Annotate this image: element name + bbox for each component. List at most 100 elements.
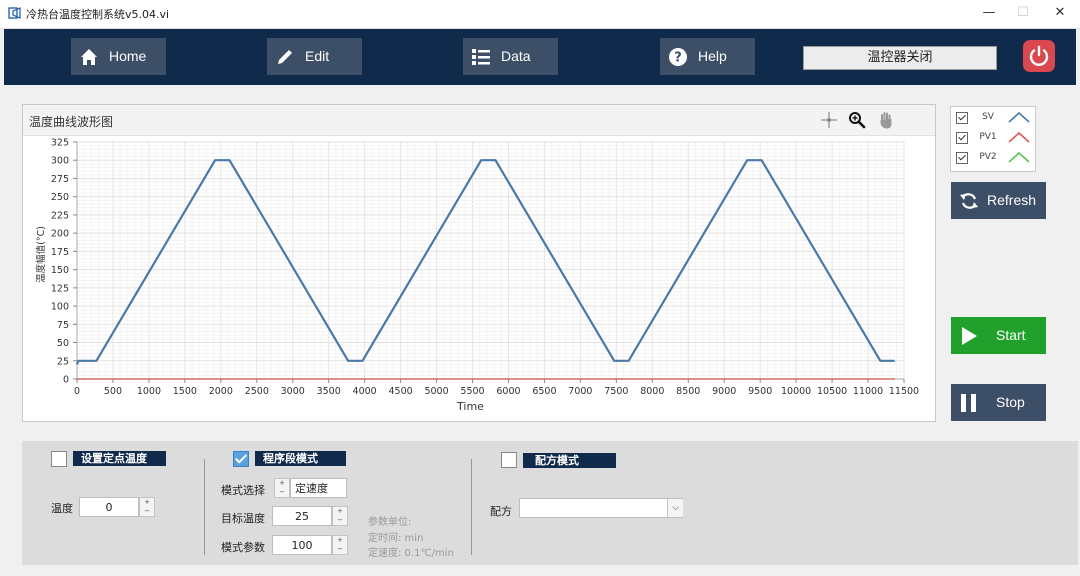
window-title-bar: 冷热台温度控制系统v5.04.vi — ☐ ✕ xyxy=(0,0,1080,29)
x-tick-label: 8500 xyxy=(676,386,700,397)
target-temp-input[interactable]: 25 xyxy=(272,506,332,526)
stop-button[interactable]: Stop xyxy=(951,384,1046,421)
x-tick-label: 7500 xyxy=(604,386,628,397)
target-temp-label: 目标温度 xyxy=(221,512,265,525)
program-mode-checkbox[interactable] xyxy=(233,451,249,467)
edit-button[interactable]: Edit xyxy=(267,38,362,75)
y-tick-label: 125 xyxy=(51,283,69,294)
x-tick-label: 5000 xyxy=(424,386,448,397)
close-button[interactable]: ✕ xyxy=(1043,2,1077,24)
param-time-hint: 定时间: min xyxy=(368,533,424,544)
mode-param-stepper[interactable]: + − xyxy=(332,535,348,555)
x-tick-label: 7000 xyxy=(568,386,592,397)
x-tick-label: 2500 xyxy=(245,386,269,397)
pause-icon xyxy=(961,394,976,412)
y-tick-label: 175 xyxy=(51,247,69,258)
plot-area xyxy=(77,142,904,379)
x-tick-label: 8000 xyxy=(640,386,664,397)
y-tick-label: 25 xyxy=(57,356,69,367)
x-tick-label: 4000 xyxy=(353,386,377,397)
y-tick-label: 75 xyxy=(57,320,69,331)
list-icon xyxy=(472,49,490,65)
recipe-mode-checkbox[interactable] xyxy=(501,452,517,468)
x-tick-label: 9000 xyxy=(712,386,736,397)
legend-checkbox[interactable] xyxy=(956,132,968,144)
pencil-icon xyxy=(278,50,292,64)
minimize-button[interactable]: — xyxy=(972,2,1006,24)
y-tick-label: 250 xyxy=(51,192,69,203)
recipe-label: 配方 xyxy=(490,505,512,518)
pan-hand-icon[interactable] xyxy=(877,111,895,129)
home-label: Home xyxy=(109,48,147,64)
app-icon xyxy=(8,7,21,19)
mode-select-stepper[interactable]: + − xyxy=(274,478,290,498)
chart-header: 温度曲线波形图 xyxy=(23,105,935,136)
start-label: Start xyxy=(996,327,1026,343)
legend-row-pv1[interactable]: PV1 xyxy=(951,128,1035,148)
chart-panel-title: 温度曲线波形图 xyxy=(29,115,114,129)
home-button[interactable]: Home xyxy=(71,38,166,75)
play-icon xyxy=(962,327,977,345)
power-button[interactable] xyxy=(1023,40,1055,72)
home-icon xyxy=(81,49,97,65)
legend-checkbox[interactable] xyxy=(956,152,968,164)
legend-line-icon xyxy=(1008,131,1030,143)
legend-line-icon xyxy=(1008,111,1030,123)
mode-select-value[interactable]: 定速度 xyxy=(290,478,347,498)
fixed-temp-checkbox[interactable] xyxy=(51,451,67,467)
controller-status: 温控器关闭 xyxy=(803,46,997,70)
data-button[interactable]: Data xyxy=(463,38,558,75)
zoom-icon[interactable] xyxy=(848,111,866,129)
legend-row-pv2[interactable]: PV2 xyxy=(951,148,1035,168)
waveform-chart-panel: 温度曲线波形图 0 500 1000 1500 2000 2500 3000 3500 4000… xyxy=(22,104,936,422)
y-tick-label: 325 xyxy=(51,138,69,149)
target-temp-stepper[interactable]: + − xyxy=(332,506,348,526)
x-tick-label: 11000 xyxy=(853,386,883,397)
main-toolbar: Home Edit Data ? Help 温控器关闭 xyxy=(4,29,1076,85)
refresh-button[interactable]: Refresh xyxy=(951,182,1046,219)
help-button[interactable]: ? Help xyxy=(660,38,755,75)
maximize-button[interactable]: ☐ xyxy=(1006,2,1040,24)
temp-input[interactable]: 0 xyxy=(79,497,139,517)
help-icon: ? xyxy=(669,48,687,66)
x-tick-label: 3500 xyxy=(317,386,341,397)
legend-checkbox[interactable] xyxy=(956,112,968,124)
refresh-icon xyxy=(960,193,978,209)
edit-label: Edit xyxy=(305,48,330,64)
section-divider xyxy=(204,459,205,555)
x-tick-label: 6500 xyxy=(532,386,556,397)
x-tick-label: 1000 xyxy=(137,386,161,397)
temp-stepper[interactable]: + − xyxy=(139,497,155,517)
refresh-label: Refresh xyxy=(987,192,1037,208)
x-tick-label: 0 xyxy=(74,386,80,397)
power-icon xyxy=(1029,45,1049,66)
recipe-dropdown[interactable] xyxy=(519,498,683,518)
mode-settings-panel: 设置定点温度 温度 0 + − 程序段模式 模式选择 + − 定速度 目标温度 25… xyxy=(22,441,1078,565)
crosshair-icon[interactable] xyxy=(820,111,838,129)
y-tick-label: 200 xyxy=(51,229,69,240)
x-tick-label: 11500 xyxy=(889,386,919,397)
window-title: 冷热台温度控制系统v5.04.vi xyxy=(26,8,170,21)
param-speed-hint: 定速度: 0.1℃/min xyxy=(368,548,454,559)
x-tick-label: 9500 xyxy=(748,386,772,397)
x-tick-label: 10500 xyxy=(817,386,847,397)
svg-text:?: ? xyxy=(674,51,682,66)
mode-param-label: 模式参数 xyxy=(221,541,265,554)
recipe-mode-title: 配方模式 xyxy=(523,453,616,468)
start-button[interactable]: Start xyxy=(951,317,1046,354)
param-unit-hint: 参数单位: xyxy=(368,517,412,528)
x-tick-label: 10000 xyxy=(781,386,811,397)
x-tick-label: 500 xyxy=(104,386,122,397)
legend-label: PV2 xyxy=(979,152,997,162)
legend-line-icon xyxy=(1008,151,1030,163)
y-tick-label: 225 xyxy=(51,210,69,221)
y-axis-label: 温度幅值(°C) xyxy=(35,226,47,283)
chevron-down-icon[interactable]: ⌵ xyxy=(667,499,683,517)
y-tick-label: 300 xyxy=(51,156,69,167)
x-tick-label: 3000 xyxy=(281,386,305,397)
y-tick-label: 100 xyxy=(51,302,69,313)
mode-param-input[interactable]: 100 xyxy=(272,535,332,555)
legend-row-sv[interactable]: SV xyxy=(951,108,1035,128)
program-mode-title: 程序段模式 xyxy=(255,451,346,466)
y-tick-label: 275 xyxy=(51,174,69,185)
